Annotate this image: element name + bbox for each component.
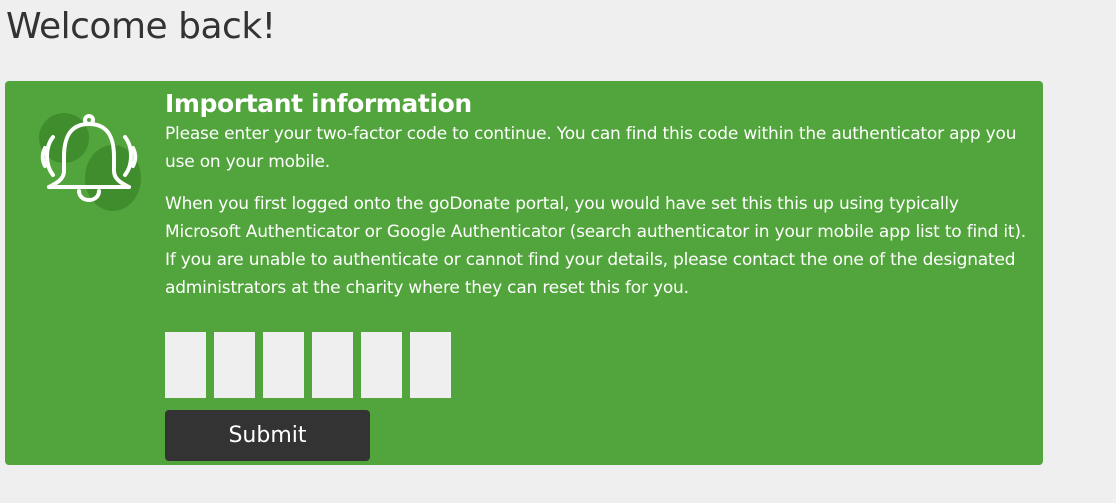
code-digit-1[interactable] (165, 332, 206, 398)
two-factor-notice-panel: Important information Please enter your … (5, 81, 1043, 465)
code-digit-6[interactable] (410, 332, 451, 398)
page-title: Welcome back! (6, 6, 276, 47)
two-factor-code-inputs (165, 332, 451, 398)
submit-button[interactable]: Submit (165, 410, 370, 461)
code-digit-4[interactable] (312, 332, 353, 398)
code-digit-3[interactable] (263, 332, 304, 398)
code-digit-2[interactable] (214, 332, 255, 398)
code-digit-5[interactable] (361, 332, 402, 398)
notice-content: Important information Please enter your … (165, 89, 1035, 302)
notice-paragraph-instructions: Please enter your two-factor code to con… (165, 124, 1017, 172)
notice-paragraph-help: When you first logged onto the goDonate … (165, 194, 1027, 298)
bell-ringing-icon (31, 111, 141, 211)
notice-title: Important information (165, 89, 472, 118)
